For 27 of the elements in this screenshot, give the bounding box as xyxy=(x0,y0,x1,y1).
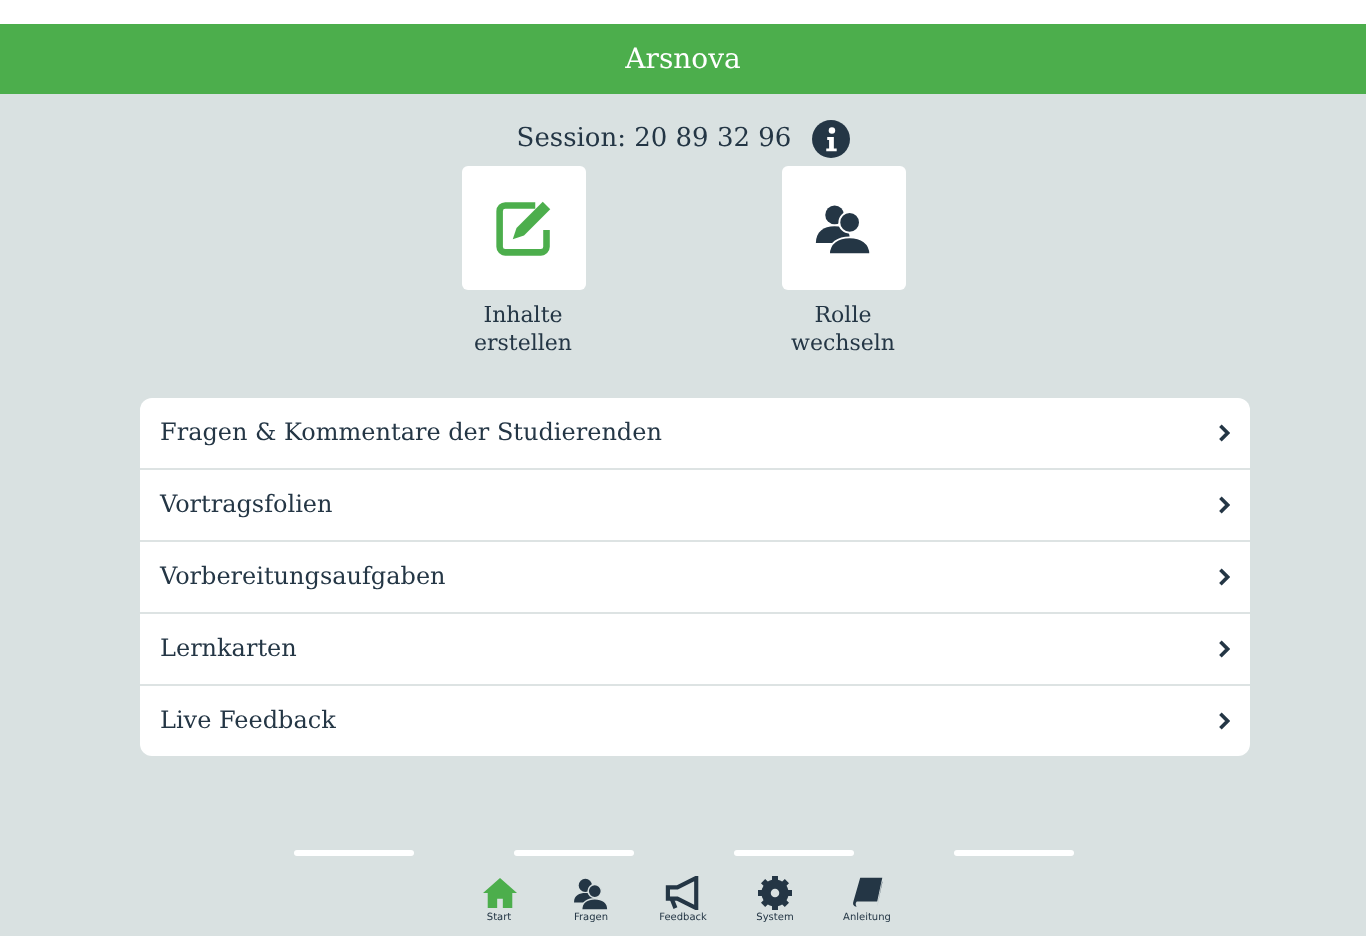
indicator-line xyxy=(733,849,853,855)
chevron-icon xyxy=(1218,567,1230,585)
chevron-icon xyxy=(1218,423,1230,441)
book-icon xyxy=(850,875,884,909)
action-label: Inhalte erstellen xyxy=(472,302,574,357)
action-tile[interactable] xyxy=(461,166,585,290)
chevron-icon xyxy=(1218,495,1230,513)
menu-item[interactable]: Live Feedback xyxy=(140,685,1250,755)
megaphone-icon xyxy=(664,875,702,909)
users-icon xyxy=(572,875,610,909)
home-icon xyxy=(479,875,519,909)
edit-icon xyxy=(493,198,553,258)
indicator-line xyxy=(293,849,413,855)
action-label: Rolle wechseln xyxy=(789,302,897,357)
menu-item[interactable]: Vortragsfolien xyxy=(140,469,1250,541)
app-title: Arsnova xyxy=(625,43,741,75)
menu-item[interactable]: Vorbereitungsaufgaben xyxy=(140,541,1250,613)
gear-icon xyxy=(758,875,792,909)
menu-item[interactable]: Lernkarten xyxy=(140,613,1250,685)
info-icon[interactable] xyxy=(811,120,850,158)
action-tile[interactable] xyxy=(781,166,905,290)
chevron-icon xyxy=(1218,711,1230,729)
indicator-line xyxy=(513,849,633,855)
chevron-icon xyxy=(1218,639,1230,657)
session-label: Session: 20 89 32 96 xyxy=(516,124,792,154)
menu-item[interactable]: Fragen & Kommentare der Studierenden xyxy=(140,397,1250,469)
indicator-line xyxy=(953,849,1073,855)
